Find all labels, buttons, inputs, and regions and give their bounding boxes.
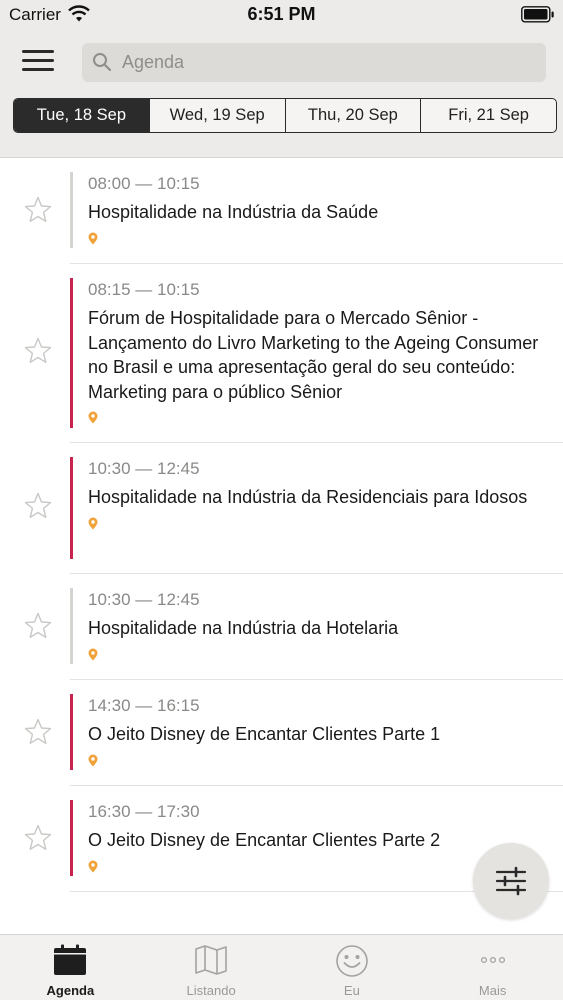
session-row[interactable]: 08:15 — 10:15 Fórum de Hospitalidade par… [0, 264, 563, 443]
calendar-icon [54, 944, 87, 975]
session-color-bar [70, 588, 73, 664]
tab-bar: Agenda Listando Eu Mais [0, 934, 563, 1000]
session-time: 10:30 — 12:45 [88, 590, 200, 609]
tab-agenda[interactable]: Agenda [0, 935, 141, 1000]
star-outline-icon[interactable] [23, 195, 53, 225]
map-icon [195, 945, 227, 975]
search-input[interactable] [122, 43, 532, 82]
date-tab-thu[interactable]: Thu, 20 Sep [286, 99, 422, 132]
location-pin-icon [88, 648, 98, 660]
location-pin-icon [88, 517, 98, 529]
clock-time: 6:51 PM [247, 4, 316, 24]
tab-eu[interactable]: Eu [282, 935, 423, 1000]
filter-button[interactable] [473, 843, 549, 919]
tab-mais[interactable]: Mais [422, 935, 563, 1000]
date-tab-tue[interactable]: Tue, 18 Sep [14, 99, 150, 132]
location-pin-icon [88, 860, 98, 872]
search-icon [93, 53, 112, 72]
location-pin-icon [88, 754, 98, 766]
date-segmented-control: Tue, 18 Sep Wed, 19 Sep Thu, 20 Sep Fri,… [13, 98, 557, 133]
smiley-icon [336, 945, 368, 977]
date-tab-wed[interactable]: Wed, 19 Sep [150, 99, 286, 132]
date-tab-fri[interactable]: Fri, 21 Sep [421, 99, 556, 132]
tab-label: Listando [186, 983, 236, 998]
header: Tue, 18 Sep Wed, 19 Sep Thu, 20 Sep Fri,… [0, 30, 563, 158]
tab-label: Mais [478, 983, 507, 998]
session-row[interactable]: 08:00 — 10:15 Hospitalidade na Indústria… [0, 158, 563, 264]
session-time: 16:30 — 17:30 [88, 802, 200, 821]
session-color-bar [70, 800, 73, 876]
session-time: 08:15 — 10:15 [88, 280, 200, 299]
more-dots-icon [480, 956, 505, 964]
status-bar: Carrier 6:51 PM [0, 0, 563, 30]
sliders-icon [495, 866, 527, 896]
session-title: O Jeito Disney de Encantar Clientes Part… [88, 724, 441, 744]
session-row[interactable]: 10:30 — 12:45 Hospitalidade na Indústria… [0, 443, 563, 574]
star-outline-icon[interactable] [23, 336, 53, 366]
session-title: Hospitalidade na Indústria da Hotelaria [88, 618, 399, 638]
session-row[interactable]: 10:30 — 12:45 Hospitalidade na Indústria… [0, 574, 563, 680]
session-color-bar [70, 694, 73, 770]
location-pin-icon [88, 411, 98, 424]
session-list: 08:00 — 10:15 Hospitalidade na Indústria… [0, 158, 563, 892]
star-outline-icon[interactable] [23, 491, 53, 521]
session-title: Hospitalidade na Indústria da Saúde [88, 202, 379, 222]
location-pin-icon [88, 232, 98, 244]
session-color-bar [70, 172, 73, 248]
tab-label: Agenda [46, 983, 95, 998]
battery-icon [521, 6, 554, 23]
star-outline-icon[interactable] [23, 823, 53, 853]
tab-listando[interactable]: Listando [141, 935, 282, 1000]
session-time: 10:30 — 12:45 [88, 459, 200, 478]
session-row[interactable]: 14:30 — 16:15 O Jeito Disney de Encantar… [0, 680, 563, 786]
star-outline-icon[interactable] [23, 717, 53, 747]
tab-label: Eu [343, 983, 360, 998]
hamburger-icon[interactable] [22, 50, 54, 74]
session-title: O Jeito Disney de Encantar Clientes Part… [88, 830, 441, 850]
session-color-bar [70, 457, 73, 559]
session-time: 14:30 — 16:15 [88, 696, 200, 715]
session-title: Hospitalidade na Indústria da Residencia… [88, 487, 528, 507]
session-color-bar [70, 278, 73, 428]
search-box[interactable] [82, 43, 546, 82]
star-outline-icon[interactable] [23, 611, 53, 641]
session-title: Fórum de Hospitalidade para o Mercado Sê… [88, 308, 539, 402]
session-time: 08:00 — 10:15 [88, 174, 200, 193]
